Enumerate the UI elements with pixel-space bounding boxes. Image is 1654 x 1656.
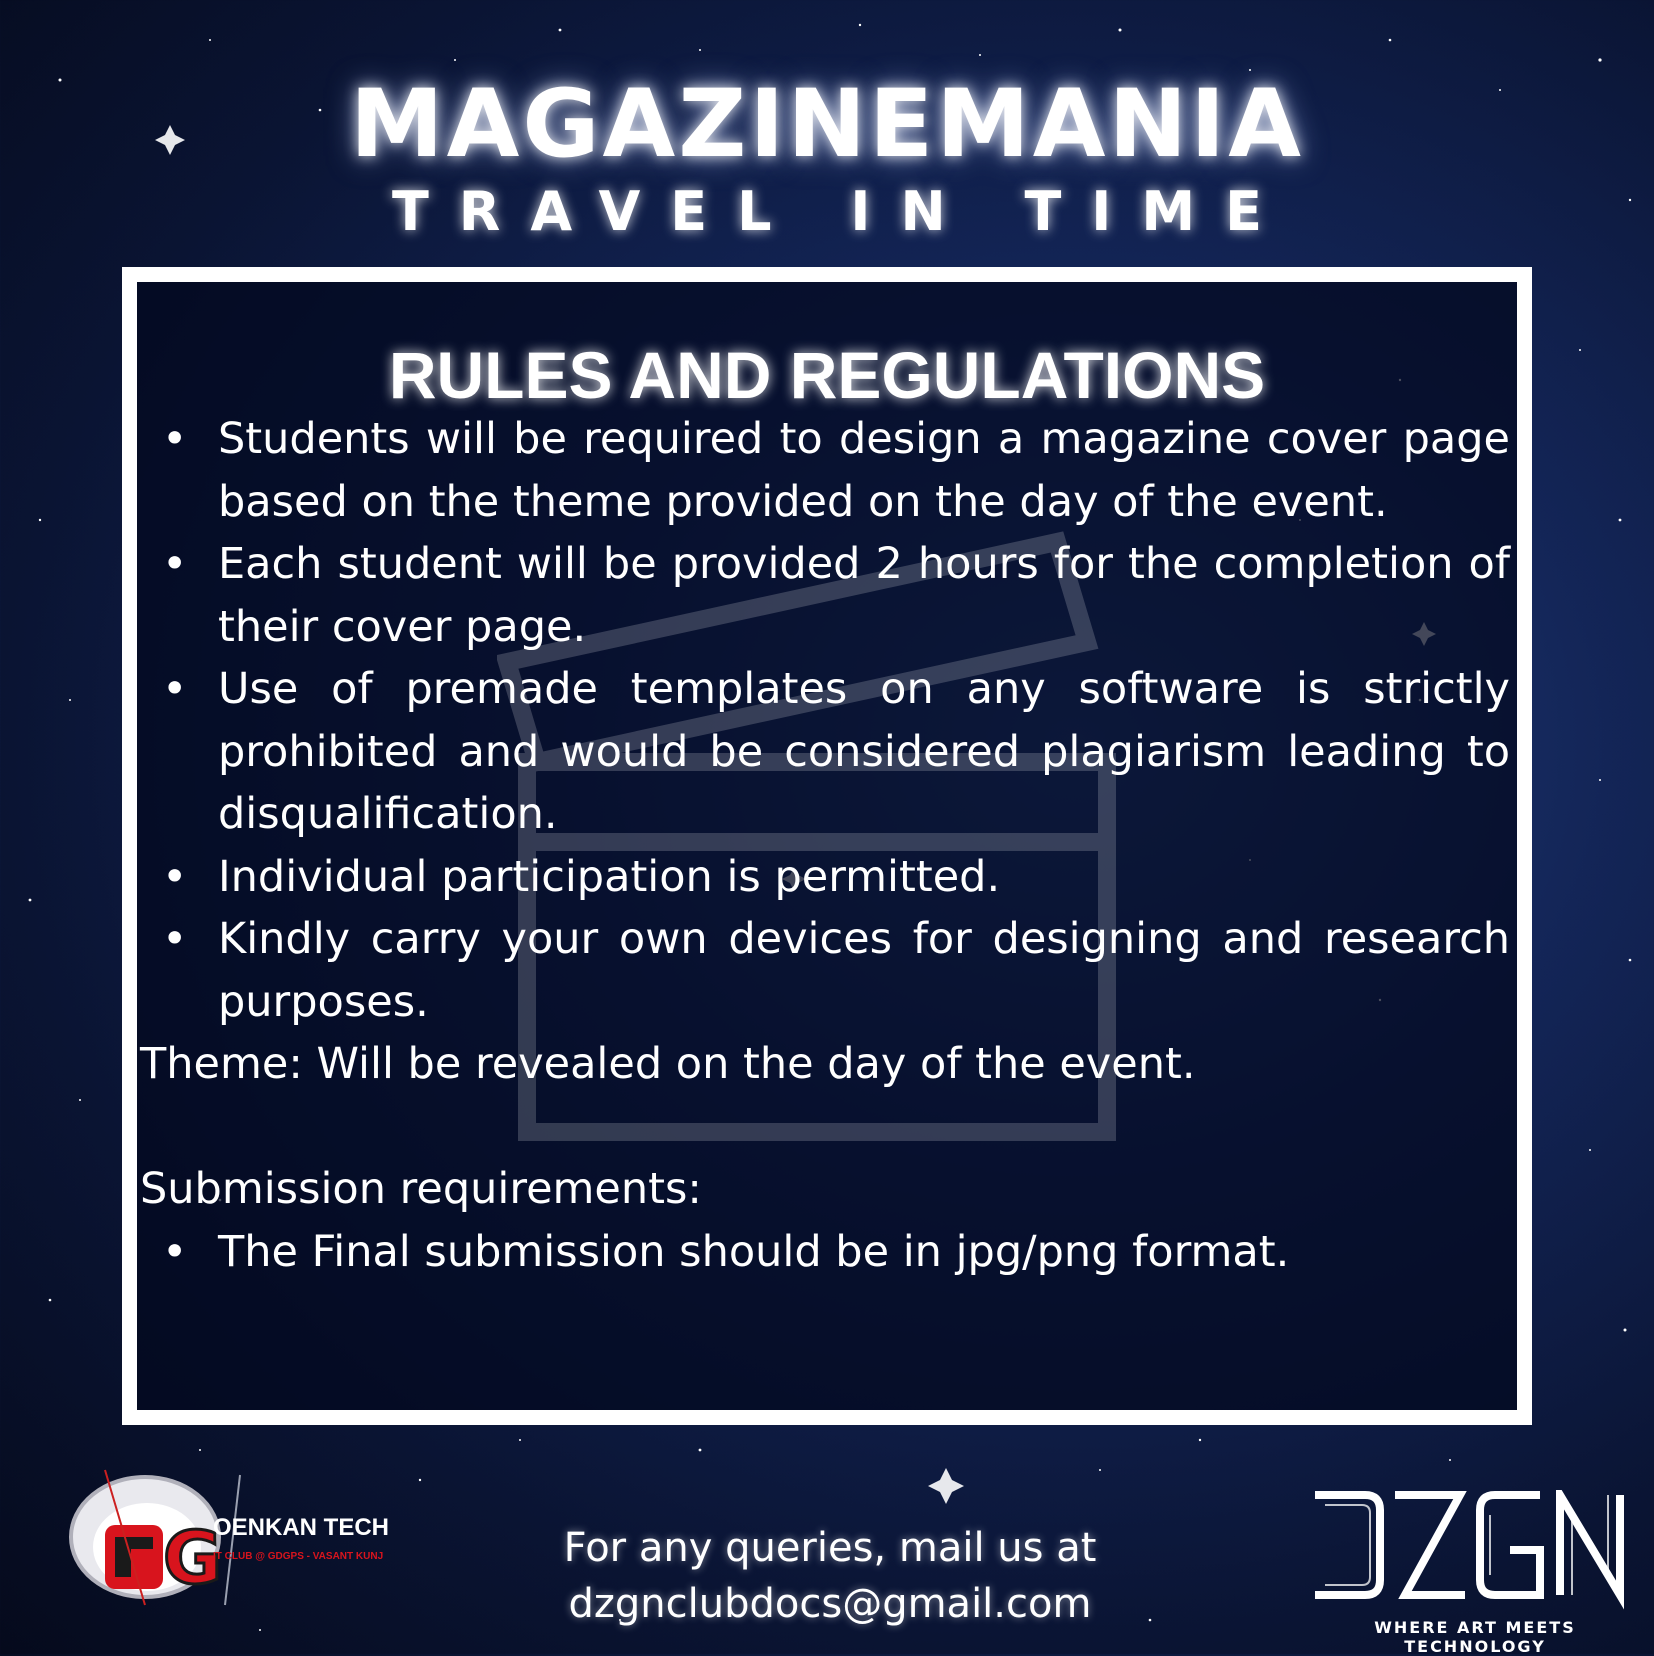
rule-item: Students will be required to design a ma…	[140, 408, 1510, 533]
submission-list: The Final submission should be in jpg/pn…	[140, 1221, 1510, 1284]
dzgn-tagline: WHERE ART MEETS TECHNOLOGY	[1374, 1618, 1576, 1656]
rule-item: Use of premade templates on any software…	[140, 658, 1510, 846]
contact-footer: For any queries, mail us at dzgnclubdocs…	[540, 1520, 1120, 1632]
rules-list: Students will be required to design a ma…	[140, 408, 1510, 1033]
submission-item: The Final submission should be in jpg/pn…	[140, 1221, 1510, 1284]
left-logo-name: OENKAN TECH GUILD	[213, 1514, 395, 1541]
submission-heading: Submission requirements:	[140, 1164, 702, 1214]
rules-content: Students will be required to design a ma…	[140, 408, 1510, 1283]
rule-item: Each student will be provided 2 hours fo…	[140, 533, 1510, 658]
event-subtitle: TRAVEL IN TIME	[391, 180, 1293, 243]
theme-line: Theme: Will be revealed on the day of th…	[140, 1039, 1196, 1089]
left-logo-sub: IT CLUB @ GDGPS - VASANT KUNJ	[213, 1551, 383, 1562]
rule-item: Kindly carry your own devices for design…	[140, 908, 1510, 1033]
contact-email[interactable]: dzgnclubdocs@gmail.com	[540, 1576, 1120, 1632]
event-title: MAGAZINEMANIA	[350, 70, 1304, 179]
rule-item: Individual participation is permitted.	[140, 846, 1510, 909]
goenkan-tech-guild-logo: G OENKAN TECH GUILD IT CLUB @ GDGPS - VA…	[69, 1469, 395, 1606]
rules-heading: RULES AND REGULATIONS	[388, 338, 1266, 412]
footer-line: For any queries, mail us at	[563, 1525, 1097, 1571]
